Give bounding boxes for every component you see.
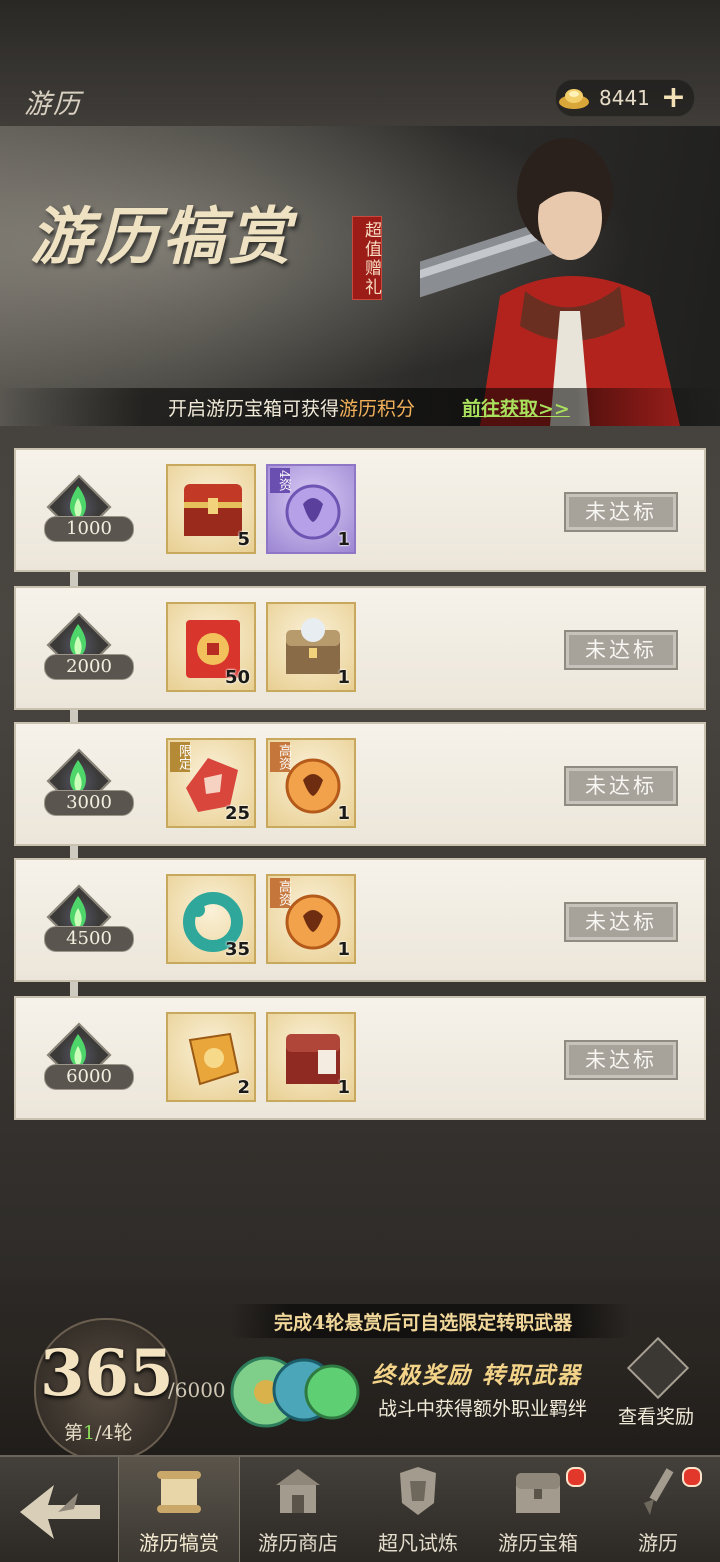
item-quantity: 25: [224, 803, 250, 824]
armor-icon: [400, 1467, 436, 1515]
final-reward-notice: 完成4轮悬赏后可自选限定转职武器: [230, 1304, 630, 1338]
reward-item[interactable]: 高资 1: [266, 738, 356, 828]
view-rewards-button[interactable]: 查看奖励: [610, 1336, 700, 1430]
view-rewards-label: 查看奖励: [618, 1406, 695, 1428]
reward-item[interactable]: 限定 25: [166, 738, 256, 828]
not-reached-button[interactable]: 未达标: [564, 492, 678, 532]
item-quantity: 1: [337, 667, 350, 688]
currency-value: 8441: [599, 86, 650, 110]
page-title: 游历: [24, 89, 82, 120]
jade-weapons-icon: [230, 1356, 360, 1428]
reward-item[interactable]: 2: [166, 1012, 256, 1102]
points-highlight: 游历积分: [339, 398, 416, 420]
top-bar: 游历 8441 +: [0, 70, 720, 126]
tab-label: 游历宝箱: [498, 1531, 578, 1555]
current-score: 365: [40, 1336, 174, 1411]
reward-row: 3000 限定 25 高资 1 未达标: [14, 722, 706, 846]
event-banner: 游历犒赏 超值赠礼: [0, 126, 720, 426]
milestone-score: 1000: [44, 516, 134, 542]
back-arrow-icon[interactable]: [14, 1479, 106, 1545]
item-quantity: 1: [337, 1077, 350, 1098]
go-obtain-link[interactable]: 前往获取>>: [462, 394, 570, 421]
reward-item[interactable]: 1: [266, 602, 356, 692]
promo-seal: 超值赠礼: [352, 216, 382, 300]
hero-character-illustration: [420, 138, 680, 426]
chest-icon: [516, 1473, 560, 1513]
reward-item[interactable]: 35: [166, 874, 256, 964]
tab-label: 游历犒赏: [139, 1531, 219, 1555]
notification-badge: [566, 1467, 586, 1487]
tab-2[interactable]: 游历商店: [238, 1457, 358, 1562]
brush-icon: [644, 1468, 674, 1515]
reward-item[interactable]: 50: [166, 602, 256, 692]
tab-label: 游历: [638, 1531, 678, 1555]
final-reward-title: 终极奖励 转职武器: [372, 1362, 583, 1389]
reward-item[interactable]: 5: [166, 464, 256, 554]
max-score: /6000: [168, 1378, 226, 1402]
bottom-tab-bar: 游历犒赏 游历商店 超凡试炼 游历宝箱 游历: [0, 1455, 720, 1562]
reward-item[interactable]: 4资 1: [266, 464, 356, 554]
shop-icon: [276, 1469, 320, 1513]
tab-label: 超凡试炼: [378, 1531, 458, 1555]
banner-info-text: 开启游历宝箱可获得游历积分: [168, 398, 416, 420]
add-currency-button[interactable]: +: [661, 80, 686, 115]
item-quantity: 35: [224, 939, 250, 960]
milestone-score: 2000: [44, 654, 134, 680]
reward-row: 4500 35 高资 1 未达标: [14, 858, 706, 982]
reward-row: 2000 50 1 未达标: [14, 586, 706, 710]
reward-row: 1000 5 4资 1 未达标: [14, 448, 706, 572]
item-quantity: 1: [337, 803, 350, 824]
reward-item[interactable]: 1: [266, 1012, 356, 1102]
reward-row: 6000 2 1 未达标: [14, 996, 706, 1120]
not-reached-button[interactable]: 未达标: [564, 630, 678, 670]
not-reached-button[interactable]: 未达标: [564, 766, 678, 806]
banner-title: 游历犒赏: [30, 200, 295, 273]
tab-5[interactable]: 游历: [598, 1457, 718, 1562]
final-reward-subtitle: 战斗中获得额外职业羁绊: [378, 1398, 588, 1420]
gold-ingot-icon: [559, 89, 589, 109]
item-quantity: 1: [337, 529, 350, 550]
currency-display: 8441 +: [555, 79, 695, 117]
tab-3[interactable]: 超凡试炼: [358, 1457, 478, 1562]
banner-info-bar: 开启游历宝箱可获得游历积分 前往获取>>: [0, 388, 720, 426]
item-tag: 高资: [270, 742, 291, 772]
item-quantity: 5: [237, 529, 250, 550]
not-reached-button[interactable]: 未达标: [564, 1040, 678, 1080]
tab-4[interactable]: 游历宝箱: [478, 1457, 598, 1562]
item-quantity: 2: [237, 1077, 250, 1098]
item-tag: 4资: [270, 468, 291, 494]
item-tag: 限定: [170, 742, 191, 772]
reward-item[interactable]: 高资 1: [266, 874, 356, 964]
gift-box-icon: [626, 1336, 690, 1400]
milestone-score: 3000: [44, 790, 134, 816]
item-quantity: 50: [224, 667, 250, 688]
item-tag: 高资: [270, 878, 291, 908]
notification-badge: [682, 1467, 702, 1487]
tab-label: 游历商店: [258, 1531, 338, 1555]
scroll-icon: [157, 1471, 201, 1513]
item-quantity: 1: [337, 939, 350, 960]
tab-1[interactable]: 游历犒赏: [118, 1457, 240, 1562]
milestone-score: 4500: [44, 926, 134, 952]
milestone-score: 6000: [44, 1064, 134, 1090]
not-reached-button[interactable]: 未达标: [564, 902, 678, 942]
round-indicator: 第1/4轮: [64, 1422, 133, 1444]
